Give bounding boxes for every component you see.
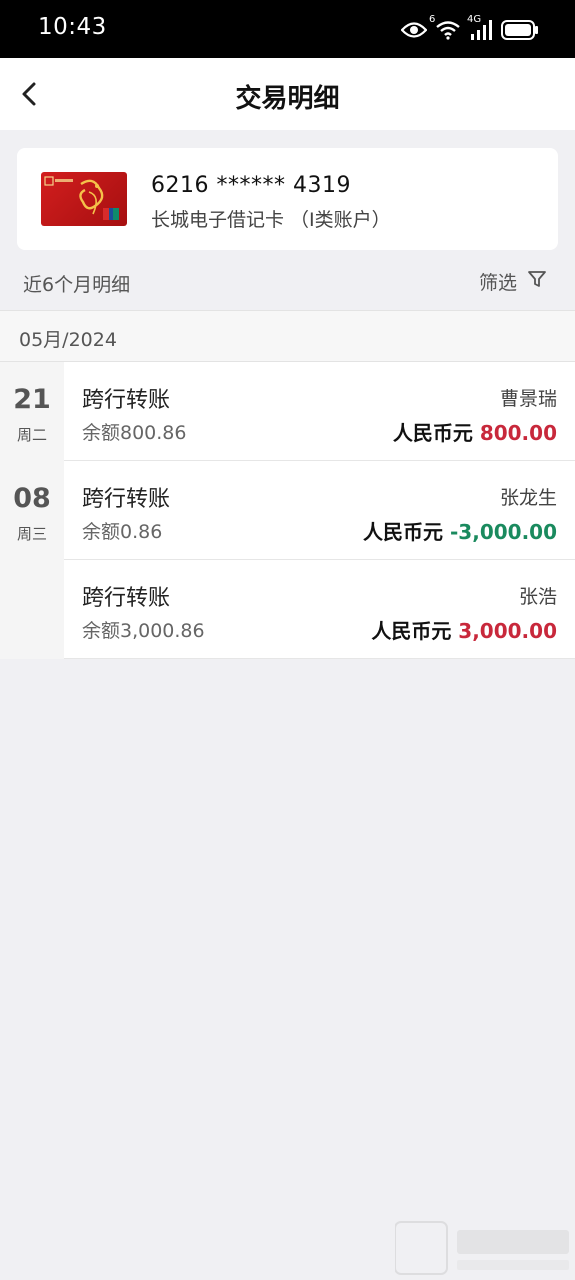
transaction-list: 21 周二 08 周三 跨行转账 余额800.86 曹景瑞 人民币元 800.0… bbox=[0, 362, 575, 659]
date-day: 21 bbox=[13, 384, 51, 415]
bank-card-image bbox=[41, 172, 127, 226]
filter-button[interactable]: 筛选 bbox=[479, 268, 547, 295]
counterparty-name: 曹景瑞 bbox=[499, 388, 557, 410]
battery-icon bbox=[501, 20, 539, 40]
amount-value: 800.00 bbox=[479, 421, 557, 445]
card-type: 长城电子借记卡 （I类账户） bbox=[151, 209, 391, 231]
card-number: 6216 ****** 4319 bbox=[151, 173, 351, 198]
date-column: 21 周二 08 周三 bbox=[0, 362, 64, 659]
wifi-badge: 6 bbox=[429, 14, 436, 25]
card-panel[interactable]: 6216 ****** 4319 长城电子借记卡 （I类账户） bbox=[17, 148, 558, 250]
counterparty-name: 张龙生 bbox=[499, 487, 557, 509]
status-time: 10:43 bbox=[38, 14, 107, 40]
transaction-amount: 人民币元 3,000.00 bbox=[371, 615, 557, 644]
transaction-amount: 人民币元 -3,000.00 bbox=[363, 516, 557, 545]
amount-value: -3,000.00 bbox=[450, 520, 557, 544]
currency-label: 人民币元 bbox=[371, 619, 452, 643]
funnel-icon bbox=[527, 269, 547, 294]
date-weekday: 周二 bbox=[16, 426, 47, 444]
nav-bar: 交易明细 bbox=[0, 58, 575, 130]
transaction-row[interactable]: 跨行转账 余额800.86 曹景瑞 人民币元 800.00 bbox=[64, 362, 575, 461]
range-label: 近6个月明细 bbox=[23, 274, 131, 296]
date-day: 08 bbox=[13, 483, 51, 514]
watermark-logo bbox=[394, 1218, 575, 1280]
date-weekday: 周三 bbox=[16, 525, 47, 543]
eye-icon bbox=[401, 21, 427, 39]
page-title: 交易明细 bbox=[235, 84, 340, 114]
transaction-title: 跨行转账 bbox=[82, 388, 171, 413]
signal-4g-icon: 4G bbox=[467, 14, 493, 40]
transaction-title: 跨行转账 bbox=[82, 487, 171, 512]
amount-value: 3,000.00 bbox=[458, 619, 557, 643]
wifi-icon: 6 bbox=[429, 14, 461, 40]
transaction-title: 跨行转账 bbox=[82, 586, 171, 611]
counterparty-name: 张浩 bbox=[518, 586, 557, 608]
transaction-row[interactable]: 跨行转账 余额3,000.86 张浩 人民币元 3,000.00 bbox=[64, 560, 575, 659]
currency-label: 人民币元 bbox=[363, 520, 444, 544]
month-header: 05月/2024 bbox=[0, 310, 575, 362]
filter-label: 筛选 bbox=[478, 272, 517, 294]
transaction-balance: 余额800.86 bbox=[82, 422, 187, 444]
transaction-amount: 人民币元 800.00 bbox=[393, 417, 557, 446]
month-label: 05月/2024 bbox=[19, 329, 117, 351]
currency-label: 人民币元 bbox=[392, 421, 473, 445]
status-icons: 6 4G bbox=[401, 14, 539, 44]
transaction-row[interactable]: 跨行转账 余额0.86 张龙生 人民币元 -3,000.00 bbox=[64, 461, 575, 560]
network-badge: 4G bbox=[467, 14, 482, 25]
transaction-balance: 余额3,000.86 bbox=[82, 620, 205, 642]
status-bar: 10:43 6 4G bbox=[0, 0, 575, 58]
transaction-balance: 余额0.86 bbox=[82, 521, 163, 543]
